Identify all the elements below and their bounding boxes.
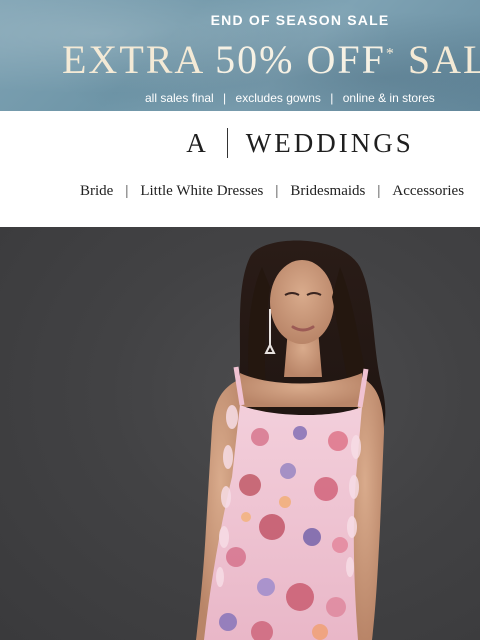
nav-item-little-white-dresses[interactable]: Little White Dresses [140,183,263,200]
page: END OF SEASON SALE EXTRA 50% OFF* SALE a… [0,0,480,640]
nav-item-bride[interactable]: Bride [80,183,113,200]
site-logo[interactable]: A WEDDINGS [0,128,480,159]
promo-fineprint-item: online & in stores [342,91,435,105]
logo-letter: A [186,128,209,158]
nav-separator: | [125,183,129,199]
hero-image[interactable] [0,227,480,640]
nav-separator: | [275,183,279,199]
nav-separator: | [377,183,381,199]
promo-headline-percent: 50% OFF [215,37,386,82]
promo-banner[interactable]: END OF SEASON SALE EXTRA 50% OFF* SALE a… [0,0,480,111]
promo-eyebrow: END OF SEASON SALE [210,12,390,28]
category-nav: Bride | Little White Dresses | Bridesmaids | A… [80,183,464,200]
promo-headline: EXTRA 50% OFF* SALE [62,38,480,82]
logo-divider [226,128,228,158]
promo-fineprint-item: all sales final [145,91,214,105]
promo-headline-post: SALE [407,37,480,82]
promo-fineprint-item: excludes gowns [235,91,321,105]
promo-headline-pre: EXTRA [62,37,216,82]
promo-fineprint-separator: | [223,91,227,105]
promo-fineprint-separator: | [330,91,334,105]
logo-word: WEDDINGS [245,128,414,158]
promo-fineprint: all sales final | excludes gowns | onlin… [145,91,435,105]
nav-item-accessories[interactable]: Accessories [392,183,464,200]
promo-headline-asterisk: * [385,45,396,63]
nav-item-bridesmaids[interactable]: Bridesmaids [290,183,365,200]
model-photo [196,240,386,640]
